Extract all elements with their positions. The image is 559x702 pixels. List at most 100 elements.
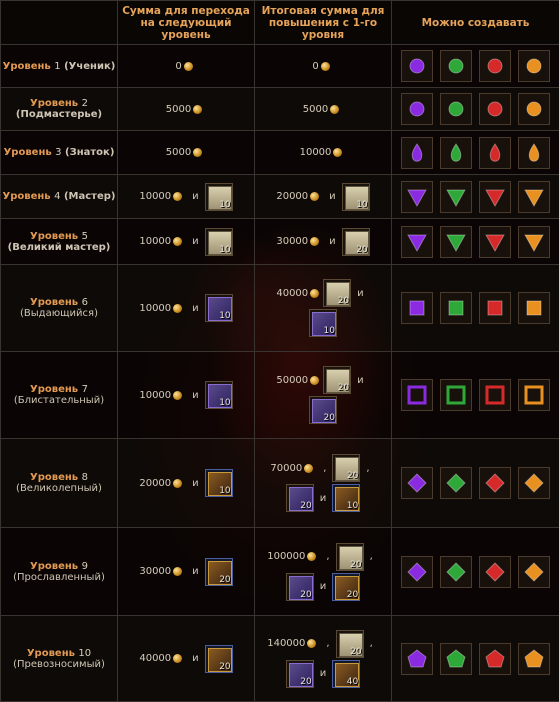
gem-slot[interactable] bbox=[440, 181, 472, 213]
item-slot[interactable]: 20 bbox=[332, 573, 360, 601]
craftable-gems-cell bbox=[392, 439, 559, 528]
gem-slot[interactable] bbox=[479, 137, 511, 169]
item-slot[interactable]: 20 bbox=[309, 396, 337, 424]
item-slot[interactable]: 10 bbox=[205, 381, 233, 409]
gem-slot[interactable] bbox=[440, 379, 472, 411]
item-count: 10 bbox=[219, 311, 230, 321]
item-count: 20 bbox=[300, 677, 311, 687]
level-title: (Превозносимый) bbox=[1, 659, 117, 670]
gem-slot[interactable] bbox=[479, 379, 511, 411]
comma-text: , bbox=[326, 551, 329, 562]
gem-slot[interactable] bbox=[401, 556, 433, 588]
gem-slot[interactable] bbox=[401, 181, 433, 213]
and-text: и bbox=[320, 668, 327, 679]
gem-triangle-icon bbox=[406, 231, 428, 253]
level-title: (Великолепный) bbox=[1, 483, 117, 494]
gem-slot[interactable] bbox=[479, 181, 511, 213]
gem-slot[interactable] bbox=[401, 379, 433, 411]
gem-frame-icon bbox=[484, 384, 506, 406]
item-slot[interactable]: 10 bbox=[205, 228, 233, 256]
gem-slot[interactable] bbox=[440, 93, 472, 125]
gem-slot[interactable] bbox=[479, 467, 511, 499]
item-slot[interactable]: 10 bbox=[205, 294, 233, 322]
gem-slot[interactable] bbox=[440, 467, 472, 499]
item-slot[interactable]: 20 bbox=[323, 279, 351, 307]
gem-slot[interactable] bbox=[440, 50, 472, 82]
gold-amount: 10000 bbox=[139, 390, 171, 401]
gem-slot[interactable] bbox=[518, 181, 550, 213]
item-slot[interactable]: 20 bbox=[342, 228, 370, 256]
level-number: 9 bbox=[82, 561, 88, 572]
gem-slot[interactable] bbox=[401, 137, 433, 169]
item-slot[interactable]: 10 bbox=[205, 469, 233, 497]
gem-slot[interactable] bbox=[518, 467, 550, 499]
gem-round-icon bbox=[484, 55, 506, 77]
item-slot[interactable]: 40 bbox=[332, 660, 360, 688]
gem-slot[interactable] bbox=[479, 556, 511, 588]
total-cost-cell: 30000и20 bbox=[255, 219, 392, 265]
next-cost-cell: 10000и10 bbox=[118, 175, 255, 219]
gem-slot[interactable] bbox=[518, 50, 550, 82]
gold-coin-icon bbox=[173, 567, 182, 576]
gem-slot[interactable] bbox=[401, 467, 433, 499]
item-slot[interactable]: 20 bbox=[286, 484, 314, 512]
gold-coin-icon bbox=[330, 105, 339, 114]
level-row: Уровень 6(Выдающийся)10000и104000020и10 bbox=[1, 265, 559, 352]
item-slot[interactable]: 10 bbox=[332, 484, 360, 512]
item-slot[interactable]: 20 bbox=[205, 558, 233, 586]
gem-round-icon bbox=[523, 55, 545, 77]
gem-slot[interactable] bbox=[440, 556, 472, 588]
next-cost-cell: 10000и10 bbox=[118, 219, 255, 265]
item-slot[interactable]: 20 bbox=[286, 660, 314, 688]
gold-amount: 70000 bbox=[270, 463, 302, 474]
gem-slot[interactable] bbox=[401, 93, 433, 125]
gem-slot[interactable] bbox=[401, 292, 433, 324]
gem-slot[interactable] bbox=[518, 93, 550, 125]
item-count: 20 bbox=[356, 245, 367, 255]
gold-amount: 30000 bbox=[276, 236, 308, 247]
gem-diamond-icon bbox=[406, 472, 428, 494]
gem-slot[interactable] bbox=[518, 226, 550, 258]
gold-coin-icon bbox=[310, 289, 319, 298]
gem-list bbox=[392, 379, 559, 411]
gem-slot[interactable] bbox=[479, 93, 511, 125]
item-slot[interactable]: 20 bbox=[205, 645, 233, 673]
gem-slot[interactable] bbox=[518, 379, 550, 411]
gem-frame-icon bbox=[523, 384, 545, 406]
gem-slot[interactable] bbox=[440, 643, 472, 675]
gem-diamond-icon bbox=[484, 561, 506, 583]
gem-slot[interactable] bbox=[518, 556, 550, 588]
level-title: (Знаток) bbox=[65, 147, 114, 158]
item-slot[interactable]: 10 bbox=[342, 183, 370, 211]
gem-slot[interactable] bbox=[440, 226, 472, 258]
gem-slot[interactable] bbox=[479, 226, 511, 258]
gem-diamond-icon bbox=[523, 472, 545, 494]
item-count: 10 bbox=[324, 326, 335, 336]
gem-slot[interactable] bbox=[518, 643, 550, 675]
gold-amount: 40000 bbox=[139, 653, 171, 664]
item-slot[interactable]: 10 bbox=[309, 309, 337, 337]
item-slot[interactable]: 20 bbox=[286, 573, 314, 601]
item-slot[interactable]: 10 bbox=[205, 183, 233, 211]
level-number: 4 bbox=[54, 191, 60, 202]
gem-slot[interactable] bbox=[401, 226, 433, 258]
item-slot[interactable]: 20 bbox=[323, 366, 351, 394]
gem-slot[interactable] bbox=[479, 292, 511, 324]
item-count: 10 bbox=[219, 245, 230, 255]
gem-slot[interactable] bbox=[401, 643, 433, 675]
gem-slot[interactable] bbox=[518, 137, 550, 169]
level-word: Уровень bbox=[30, 98, 78, 109]
gold-coin-icon bbox=[321, 62, 330, 71]
level-title: (Выдающийся) bbox=[1, 308, 117, 319]
gold-amount: 10000 bbox=[139, 236, 171, 247]
item-slot[interactable]: 20 bbox=[332, 454, 360, 482]
gem-slot[interactable] bbox=[401, 50, 433, 82]
gem-slot[interactable] bbox=[479, 50, 511, 82]
item-slot[interactable]: 20 bbox=[336, 630, 364, 658]
gem-slot[interactable] bbox=[479, 643, 511, 675]
item-slot[interactable]: 20 bbox=[336, 543, 364, 571]
header-level bbox=[1, 1, 118, 45]
gem-slot[interactable] bbox=[440, 137, 472, 169]
gem-slot[interactable] bbox=[440, 292, 472, 324]
gem-slot[interactable] bbox=[518, 292, 550, 324]
